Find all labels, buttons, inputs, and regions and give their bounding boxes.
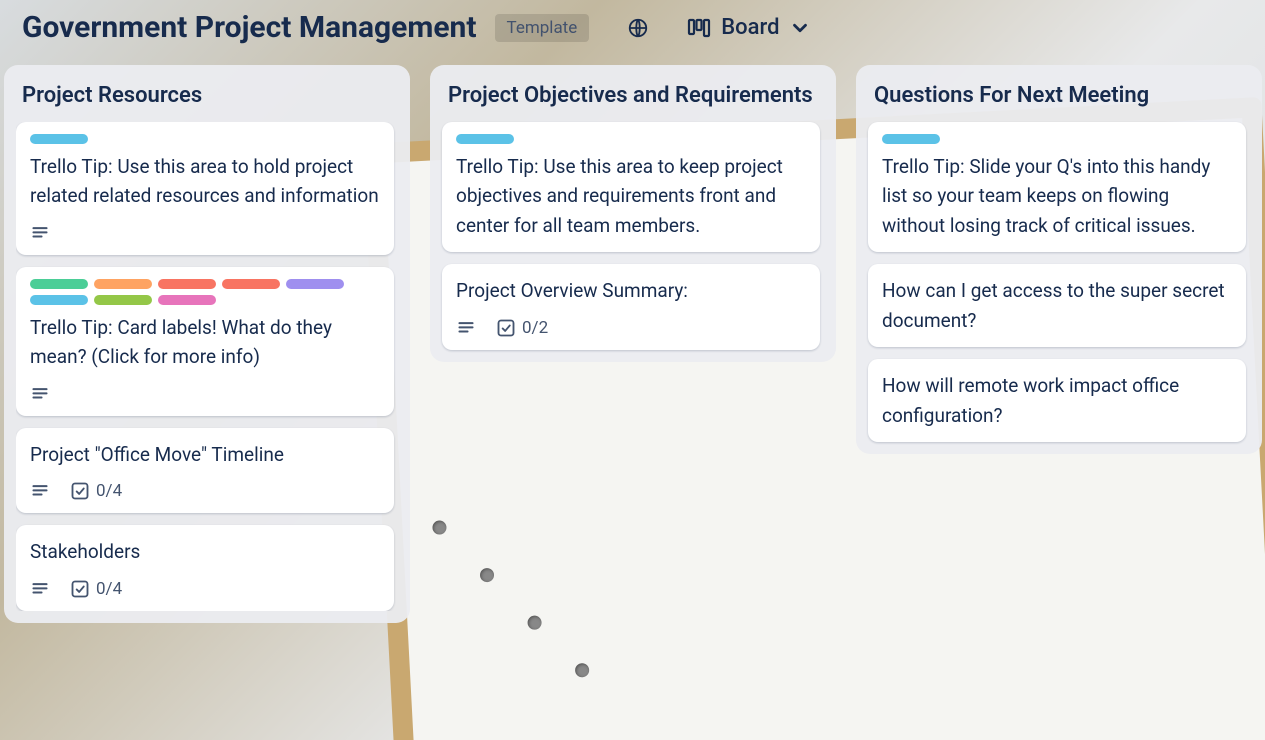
label-pill[interactable] <box>30 279 88 289</box>
card-text: Trello Tip: Use this area to keep projec… <box>456 152 806 240</box>
list: Questions For Next Meeting Trello Tip: Sl… <box>856 65 1262 454</box>
card-labels <box>30 134 380 144</box>
card-labels <box>882 134 1232 144</box>
card[interactable]: How will remote work impact office confi… <box>868 359 1246 442</box>
cards-container[interactable]: Trello Tip: Slide your Q's into this han… <box>868 122 1250 442</box>
card-labels <box>456 134 806 144</box>
board-canvas[interactable]: Project Resources Trello Tip: Use this ar… <box>0 65 1265 623</box>
card[interactable]: Project "Office Move" Timeline 0/4 <box>16 428 394 513</box>
card[interactable]: Trello Tip: Card labels! What do they me… <box>16 267 394 416</box>
label-pill[interactable] <box>158 295 216 305</box>
card-text: Stakeholders <box>30 537 380 566</box>
card-badges: 0/4 <box>30 481 380 501</box>
chevron-down-icon <box>789 17 811 39</box>
label-pill[interactable] <box>882 134 940 144</box>
checklist-count: 0/4 <box>96 481 122 501</box>
label-pill[interactable] <box>30 134 88 144</box>
card[interactable]: Trello Tip: Use this area to hold projec… <box>16 122 394 255</box>
board-header: Government Project Management Template B… <box>0 0 1265 65</box>
card-text: How will remote work impact office confi… <box>882 371 1232 430</box>
card-text: Trello Tip: Slide your Q's into this han… <box>882 152 1232 240</box>
description-icon <box>30 481 50 501</box>
card[interactable]: Trello Tip: Slide your Q's into this han… <box>868 122 1246 252</box>
list-title[interactable]: Questions For Next Meeting <box>868 79 1250 122</box>
label-pill[interactable] <box>30 295 88 305</box>
globe-icon[interactable] <box>627 17 649 39</box>
card[interactable]: How can I get access to the super secret… <box>868 264 1246 347</box>
board-view-icon <box>687 18 711 38</box>
list: Project Resources Trello Tip: Use this ar… <box>4 65 410 623</box>
list-title[interactable]: Project Resources <box>16 79 398 122</box>
card-text: Trello Tip: Use this area to hold projec… <box>30 152 380 211</box>
card[interactable]: Project Overview Summary: 0/2 <box>442 264 820 349</box>
label-pill[interactable] <box>158 279 216 289</box>
checklist-count: 0/4 <box>96 579 122 599</box>
template-badge[interactable]: Template <box>495 14 590 42</box>
board-title[interactable]: Government Project Management <box>22 10 477 45</box>
cards-container[interactable]: Trello Tip: Use this area to keep projec… <box>442 122 824 350</box>
card-badges <box>30 384 380 404</box>
checklist-count: 0/2 <box>522 318 548 338</box>
card-text: Project Overview Summary: <box>456 276 806 305</box>
view-switcher[interactable]: Board <box>687 15 811 40</box>
list: Project Objectives and Requirements Trell… <box>430 65 836 362</box>
card[interactable]: Stakeholders 0/4 <box>16 525 394 610</box>
card-text: Project "Office Move" Timeline <box>30 440 380 469</box>
card-badges: 0/4 <box>30 579 380 599</box>
card-text: How can I get access to the super secret… <box>882 276 1232 335</box>
checklist-badge: 0/4 <box>70 481 122 501</box>
card-labels <box>30 279 380 305</box>
card-badges <box>30 223 380 243</box>
card-text: Trello Tip: Card labels! What do they me… <box>30 313 380 372</box>
description-icon <box>30 579 50 599</box>
description-icon <box>456 318 476 338</box>
view-label: Board <box>721 15 779 40</box>
card[interactable]: Trello Tip: Use this area to keep projec… <box>442 122 820 252</box>
label-pill[interactable] <box>286 279 344 289</box>
card-badges: 0/2 <box>456 318 806 338</box>
label-pill[interactable] <box>456 134 514 144</box>
label-pill[interactable] <box>94 279 152 289</box>
cards-container[interactable]: Trello Tip: Use this area to hold projec… <box>16 122 398 611</box>
list-title[interactable]: Project Objectives and Requirements <box>442 79 824 122</box>
checklist-badge: 0/4 <box>70 579 122 599</box>
label-pill[interactable] <box>222 279 280 289</box>
checklist-badge: 0/2 <box>496 318 548 338</box>
label-pill[interactable] <box>94 295 152 305</box>
description-icon <box>30 223 50 243</box>
description-icon <box>30 384 50 404</box>
